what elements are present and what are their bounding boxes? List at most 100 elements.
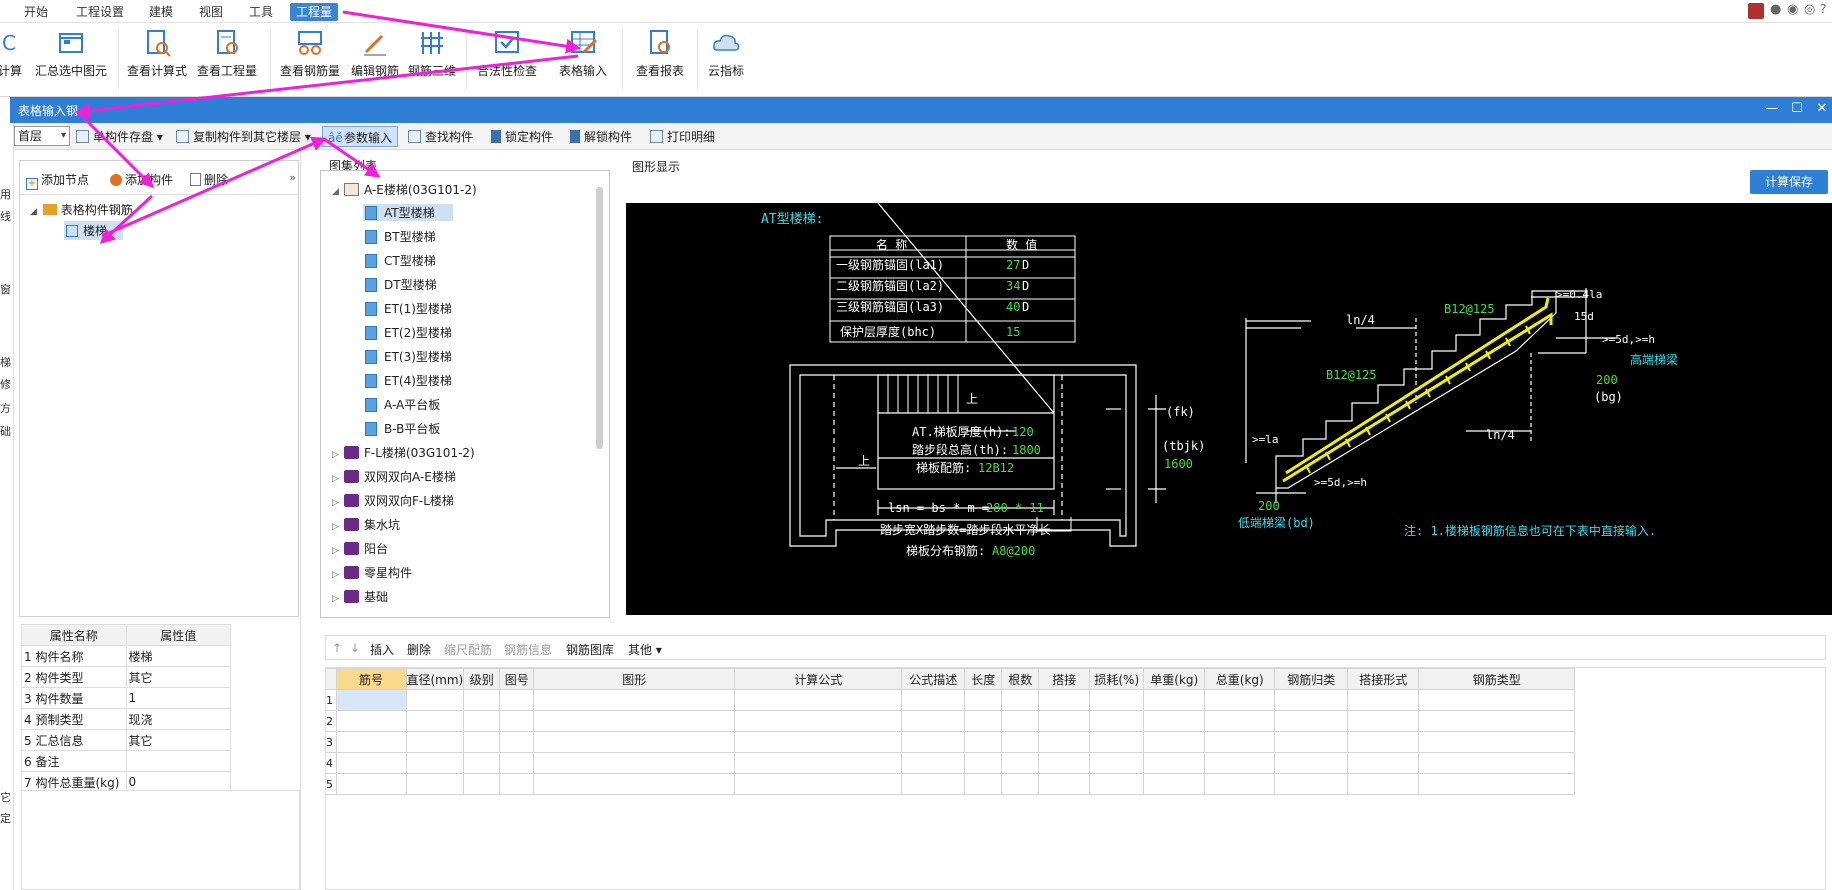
- col-header[interactable]: 总重(kg): [1204, 668, 1276, 690]
- table-cell[interactable]: [1204, 773, 1276, 795]
- print-detail-button[interactable]: 打印明细: [650, 128, 715, 145]
- prop-row[interactable]: 2 构件类型 其它: [21, 666, 232, 688]
- col-header[interactable]: 单重(kg): [1143, 668, 1206, 690]
- atlas-item[interactable]: ET(2)型楼梯: [365, 324, 452, 341]
- table-cell[interactable]: [499, 752, 535, 774]
- col-header[interactable]: 搭接形式: [1347, 668, 1420, 690]
- col-header[interactable]: 损耗(%): [1089, 668, 1145, 690]
- table-cell[interactable]: [1001, 773, 1040, 795]
- bd-value[interactable]: 200: [1258, 499, 1280, 513]
- edit-rebar-button[interactable]: 编辑钢筋: [347, 28, 403, 92]
- table-cell[interactable]: [499, 773, 535, 795]
- table-cell[interactable]: [1143, 731, 1206, 753]
- rebar-library-button[interactable]: 钢筋图库: [566, 641, 614, 658]
- table-cell[interactable]: [1347, 731, 1420, 753]
- menu-start[interactable]: 开始: [18, 3, 54, 21]
- table-cell[interactable]: [463, 710, 501, 732]
- table-cell[interactable]: [335, 752, 407, 774]
- atlas-item[interactable]: A-A平台板: [365, 396, 440, 413]
- table-cell[interactable]: [1038, 773, 1091, 795]
- atlas-item[interactable]: ET(3)型楼梯: [365, 348, 452, 365]
- table-cell[interactable]: [901, 731, 966, 753]
- col-header[interactable]: 钢筋类型: [1418, 668, 1576, 690]
- b12-top-label[interactable]: B12@125: [1444, 302, 1495, 316]
- total-height-value[interactable]: 1800: [1012, 443, 1041, 457]
- table-cell[interactable]: [734, 710, 903, 732]
- atlas-item[interactable]: CT型楼梯: [365, 252, 436, 269]
- table-cell[interactable]: [335, 710, 407, 732]
- view-formula-button[interactable]: 查看计算式: [124, 28, 190, 92]
- table-cell[interactable]: [335, 689, 407, 711]
- table-cell[interactable]: [533, 710, 736, 732]
- table-cell[interactable]: [964, 689, 1003, 711]
- table-cell[interactable]: [734, 752, 903, 774]
- col-header[interactable]: 搭接: [1038, 668, 1091, 690]
- table-cell[interactable]: [1089, 731, 1145, 753]
- atlas-item[interactable]: B-B平台板: [365, 420, 440, 437]
- table-cell[interactable]: [405, 773, 465, 795]
- table-cell[interactable]: [405, 752, 465, 774]
- table-cell[interactable]: [1418, 752, 1576, 774]
- delete-node-button[interactable]: 删除: [190, 171, 228, 188]
- table-cell[interactable]: [901, 710, 966, 732]
- table-cell[interactable]: [964, 773, 1003, 795]
- table-cell[interactable]: [734, 731, 903, 753]
- prop-value[interactable]: 楼梯: [125, 645, 232, 667]
- col-header[interactable]: 级别: [463, 668, 501, 690]
- tree-node-stair[interactable]: 楼梯: [64, 221, 124, 240]
- table-cell[interactable]: [1001, 710, 1040, 732]
- rebar-3d-button[interactable]: 钢筋三维: [405, 28, 459, 92]
- table-cell[interactable]: [901, 752, 966, 774]
- table-cell[interactable]: [1347, 773, 1420, 795]
- menu-modeling[interactable]: 建模: [143, 3, 179, 21]
- scale-rebar-button[interactable]: 缩尺配筋: [444, 641, 492, 658]
- menu-project-settings[interactable]: 工程设置: [70, 3, 130, 21]
- prop-row[interactable]: 5 汇总信息 其它: [21, 729, 232, 751]
- floor-select[interactable]: 首层: [14, 126, 70, 146]
- bg-value[interactable]: 200: [1596, 373, 1618, 387]
- param-value[interactable]: 34: [1006, 279, 1020, 293]
- table-cell[interactable]: [734, 689, 903, 711]
- add-node-button[interactable]: + 添加节点: [26, 171, 89, 190]
- col-header[interactable]: 计算公式: [734, 668, 903, 690]
- table-cell[interactable]: [335, 773, 407, 795]
- table-cell[interactable]: [533, 773, 736, 795]
- table-cell[interactable]: [1143, 710, 1206, 732]
- cloud-index-button[interactable]: 云指标: [703, 28, 749, 92]
- copy-to-floor-button[interactable]: 复制构件到其它楼层 ▾: [176, 128, 311, 145]
- atlas-item[interactable]: ◢ A-E楼梯(03G101-2): [332, 181, 477, 198]
- col-header[interactable]: 筋号: [335, 668, 407, 690]
- menu-view[interactable]: 视图: [193, 3, 229, 21]
- atlas-item[interactable]: ET(4)型楼梯: [365, 372, 452, 389]
- main-rebar-value[interactable]: 12B12: [978, 461, 1014, 475]
- table-row[interactable]: 5: [326, 773, 1576, 795]
- prop-value[interactable]: 现浇: [125, 708, 232, 730]
- table-cell[interactable]: [901, 773, 966, 795]
- table-input-button[interactable]: 表格输入: [555, 28, 611, 92]
- col-header[interactable]: 公式描述: [901, 668, 966, 690]
- table-cell[interactable]: [1204, 710, 1276, 732]
- table-cell[interactable]: [1038, 752, 1091, 774]
- prop-value[interactable]: 其它: [125, 729, 232, 751]
- table-cell[interactable]: [1143, 752, 1206, 774]
- table-row[interactable]: 3: [326, 731, 1576, 753]
- menu-quantity[interactable]: 工程量: [290, 3, 339, 21]
- legality-check-button[interactable]: 合法性检查: [474, 28, 540, 92]
- table-cell[interactable]: [1143, 773, 1206, 795]
- table-cell[interactable]: [499, 710, 535, 732]
- delete-row-button[interactable]: 删除: [407, 641, 431, 658]
- atlas-item[interactable]: ▷ 阳台: [332, 540, 388, 557]
- dialog-titlebar[interactable]: 表格输入钢 — ☐ ✕: [10, 97, 1832, 123]
- table-cell[interactable]: [1001, 752, 1040, 774]
- atlas-item-selected[interactable]: AT型楼梯: [363, 204, 453, 221]
- table-row[interactable]: 2: [326, 710, 1576, 732]
- table-cell[interactable]: [1038, 710, 1091, 732]
- atlas-item[interactable]: ▷ 双网双向A-E楼梯: [332, 468, 456, 485]
- atlas-item[interactable]: BT型楼梯: [365, 228, 436, 245]
- prop-row[interactable]: 6 备注: [21, 750, 232, 772]
- table-cell[interactable]: [405, 689, 465, 711]
- view-rebar-button[interactable]: 查看钢筋量: [277, 28, 343, 92]
- dist-rebar-value[interactable]: A8@200: [992, 544, 1035, 558]
- table-cell[interactable]: [463, 773, 501, 795]
- table-row[interactable]: 4: [326, 752, 1576, 774]
